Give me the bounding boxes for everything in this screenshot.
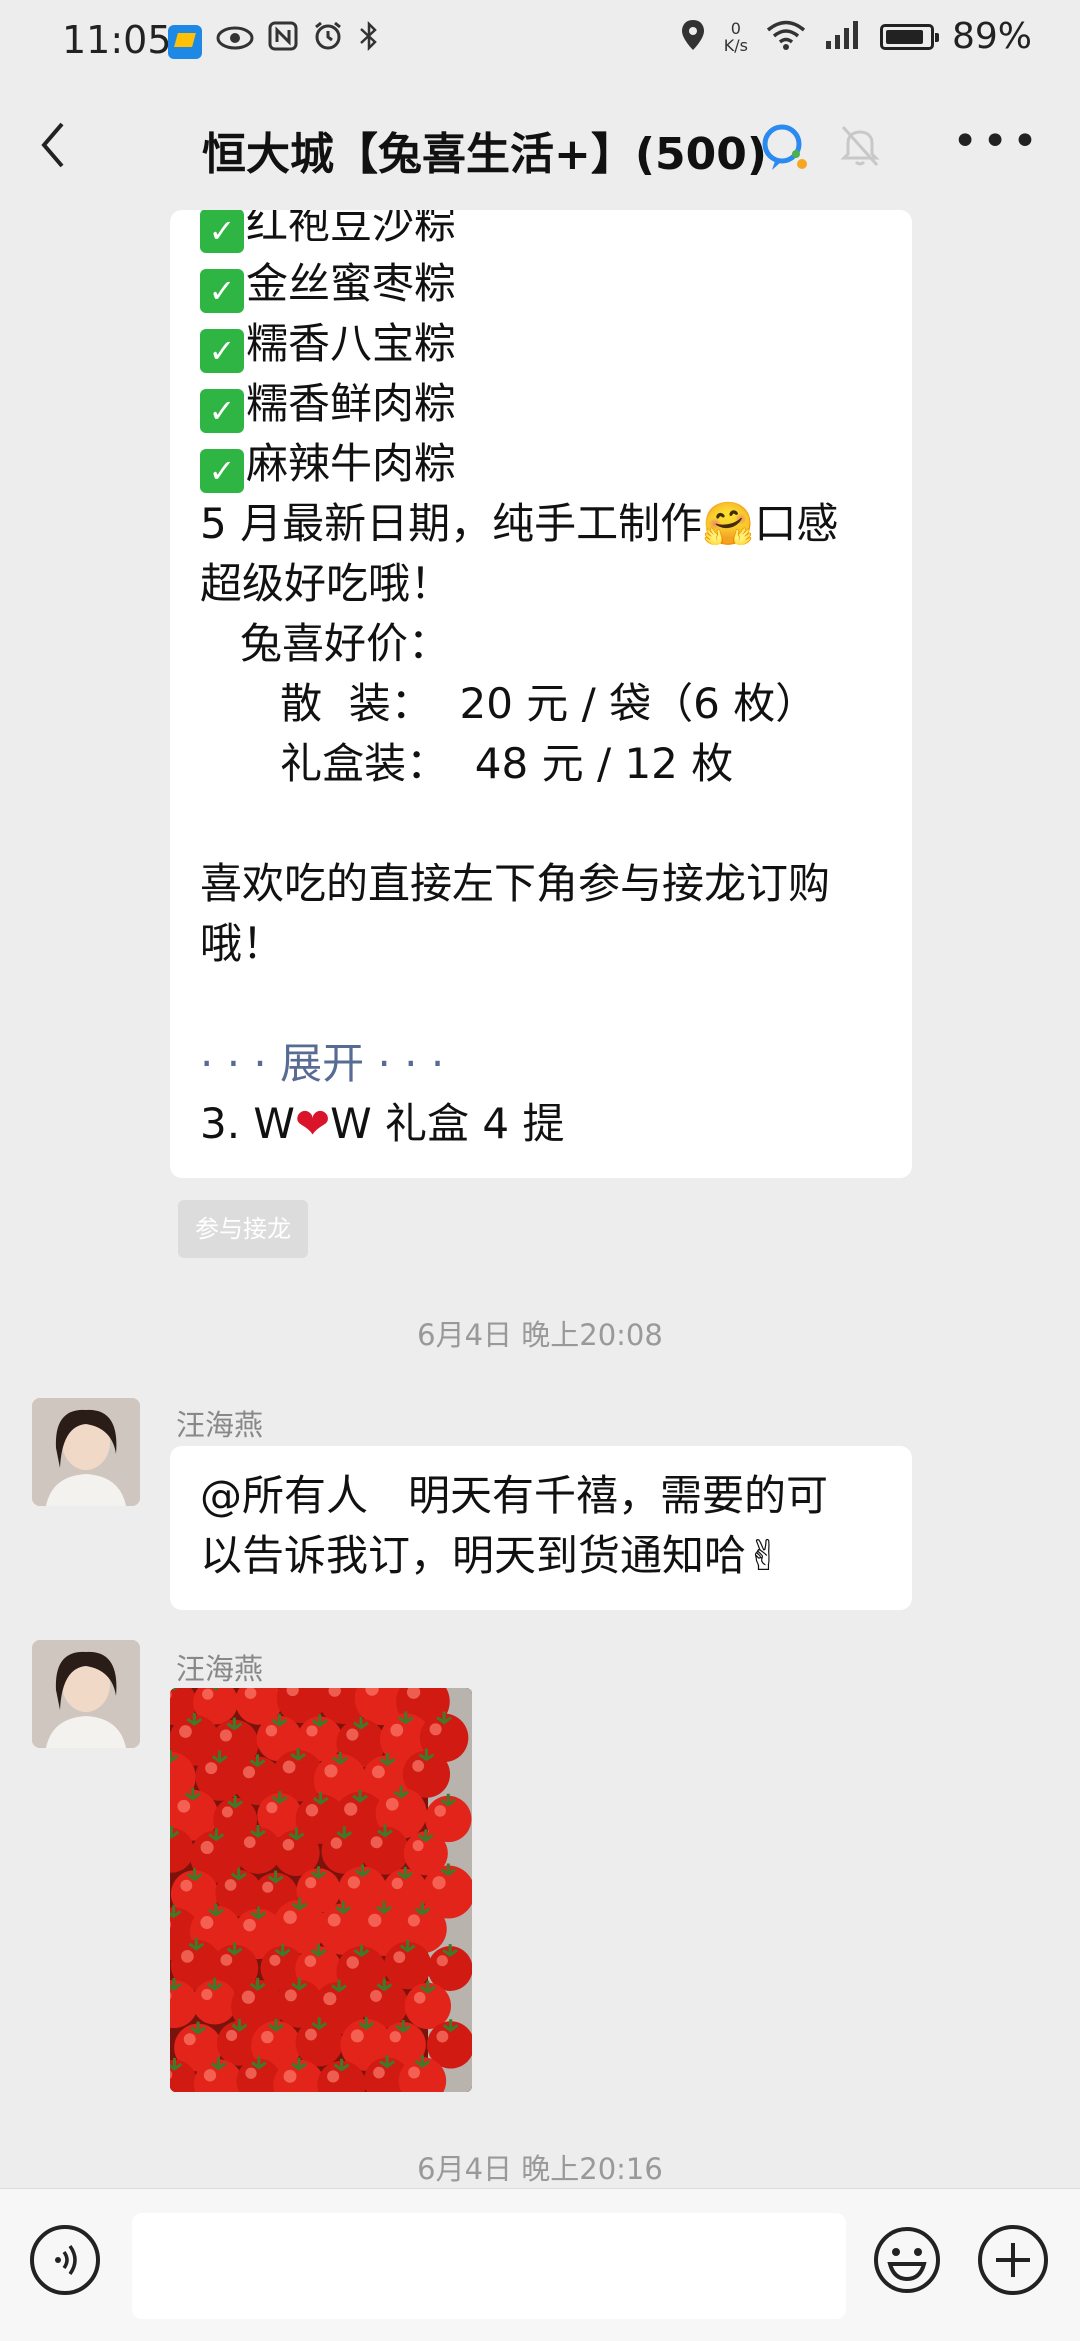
message-line: 3. W❤W 礼盒 4 提 <box>200 1094 882 1154</box>
message-line: 超级好吃哦！ <box>200 559 453 608</box>
sender-name: 汪海燕 <box>176 1652 264 1686</box>
list-item: ✓ 糯香鲜肉粽 <box>200 374 882 434</box>
message-input[interactable] <box>132 2213 846 2319</box>
check-mark-icon: ✓ <box>200 449 244 493</box>
check-mark-icon: ✓ <box>200 210 244 253</box>
timestamp: 6月4日 晚上20:08 <box>417 1318 663 1352</box>
message-line: 散 装： 20 元 / 袋（6 枚） <box>200 679 818 728</box>
message-bubble-2[interactable]: @所有人 明天有千禧，需要的可 以告诉我订，明天到货通知哈✌ <box>170 1446 912 1610</box>
message-line: 兔喜好价： <box>200 619 451 668</box>
battery-text: 89% <box>951 16 1032 57</box>
emoji-icon[interactable] <box>872 2225 942 2295</box>
message-line: 以告诉我订，明天到货通知哈✌ <box>200 1526 882 1586</box>
message-line: 喜欢吃的直接左下角参与接龙订购 <box>200 859 831 908</box>
expand-link[interactable]: · · · 展开 · · · <box>200 1034 882 1094</box>
hug-emoji-icon: 🤗 <box>702 499 755 548</box>
check-mark-icon: ✓ <box>200 329 244 373</box>
timestamp: 6月4日 晚上20:16 <box>417 2152 663 2186</box>
avatar[interactable] <box>32 1640 140 1748</box>
message-bubble-1[interactable]: ✓ 红袍豆沙粽 ✓ 金丝蜜枣粽 ✓ 糯香八宝粽 ✓ 糯香鲜肉粽 ✓ 麻辣牛肉粽 5 月最新日期，纯… <box>170 210 912 1178</box>
message-text: W 礼盒 4 提 <box>330 1099 565 1148</box>
cherry-tomatoes-photo[interactable] <box>170 1688 472 2092</box>
list-item-text: 糯香鲜肉粽 <box>246 379 457 428</box>
victory-hand-icon: ✌ <box>746 1531 782 1580</box>
heart-icon: ❤ <box>294 1099 331 1148</box>
list-item: ✓ 红袍豆沙粽 <box>200 210 882 254</box>
wifi-icon <box>766 19 806 55</box>
net-speed-unit: K/s <box>723 35 748 55</box>
list-item-text: 糯香八宝粽 <box>246 319 457 368</box>
bluetooth-icon <box>358 20 380 63</box>
check-mark-icon: ✓ <box>200 269 244 313</box>
more-icon[interactable]: ••• <box>952 116 1042 167</box>
message-text: 3. W <box>200 1099 295 1148</box>
list-item: ✓ 麻辣牛肉粽 <box>200 434 882 494</box>
alarm-icon <box>312 20 344 63</box>
message-text: 口感 <box>754 499 839 548</box>
list-item-text: 麻辣牛肉粽 <box>246 439 457 488</box>
status-right-icons: 0 K/s 89% <box>680 16 1032 57</box>
input-bar <box>0 2188 1080 2341</box>
back-icon[interactable] <box>34 120 74 170</box>
message-text: 5 月最新日期，纯手工制作 <box>200 499 703 548</box>
message-line: 哦！ <box>200 919 285 968</box>
message-text: 以告诉我订，明天到货通知哈 <box>200 1531 747 1580</box>
location-icon <box>680 18 706 56</box>
message-line: 礼盒装： 48 元 / 12 枚 <box>200 739 734 788</box>
ai-assistant-icon[interactable] <box>758 120 814 180</box>
battery-icon <box>879 23 939 50</box>
list-item: ✓ 糯香八宝粽 <box>200 314 882 374</box>
message-line: 5 月最新日期，纯手工制作🤗口感 <box>200 494 882 554</box>
app-icon <box>168 24 202 59</box>
sender-name: 汪海燕 <box>176 1408 264 1442</box>
message-line: @所有人 明天有千禧，需要的可 <box>200 1471 829 1520</box>
net-speed: 0 K/s <box>724 20 748 54</box>
list-item: ✓ 金丝蜜枣粽 <box>200 254 882 314</box>
battery-fill <box>885 29 924 44</box>
plus-icon[interactable] <box>978 2225 1048 2295</box>
status-time: 11:05 <box>62 18 172 62</box>
signal-icon <box>824 19 862 55</box>
status-bar: 11:05 0 K/s 89% <box>0 0 1080 80</box>
join-solitaire-button[interactable]: 参与接龙 <box>178 1200 308 1258</box>
zongzi-list: ✓ 红袍豆沙粽 ✓ 金丝蜜枣粽 ✓ 糯香八宝粽 ✓ 糯香鲜肉粽 ✓ 麻辣牛肉粽 <box>200 210 882 494</box>
nfc-icon <box>268 21 298 62</box>
list-item-text: 红袍豆沙粽 <box>246 210 457 248</box>
net-speed-value: 0 <box>730 18 741 38</box>
chat-header: 恒大城【兔喜生活+】(500) ••• <box>0 80 1080 210</box>
voice-icon[interactable] <box>30 2225 100 2295</box>
check-mark-icon: ✓ <box>200 389 244 433</box>
avatar[interactable] <box>32 1398 140 1506</box>
mute-icon <box>840 124 880 172</box>
eye-icon <box>216 22 254 62</box>
chat-title[interactable]: 恒大城【兔喜生活+】(500) <box>202 118 767 182</box>
list-item-text: 金丝蜜枣粽 <box>246 259 457 308</box>
status-left-icons <box>168 20 380 63</box>
